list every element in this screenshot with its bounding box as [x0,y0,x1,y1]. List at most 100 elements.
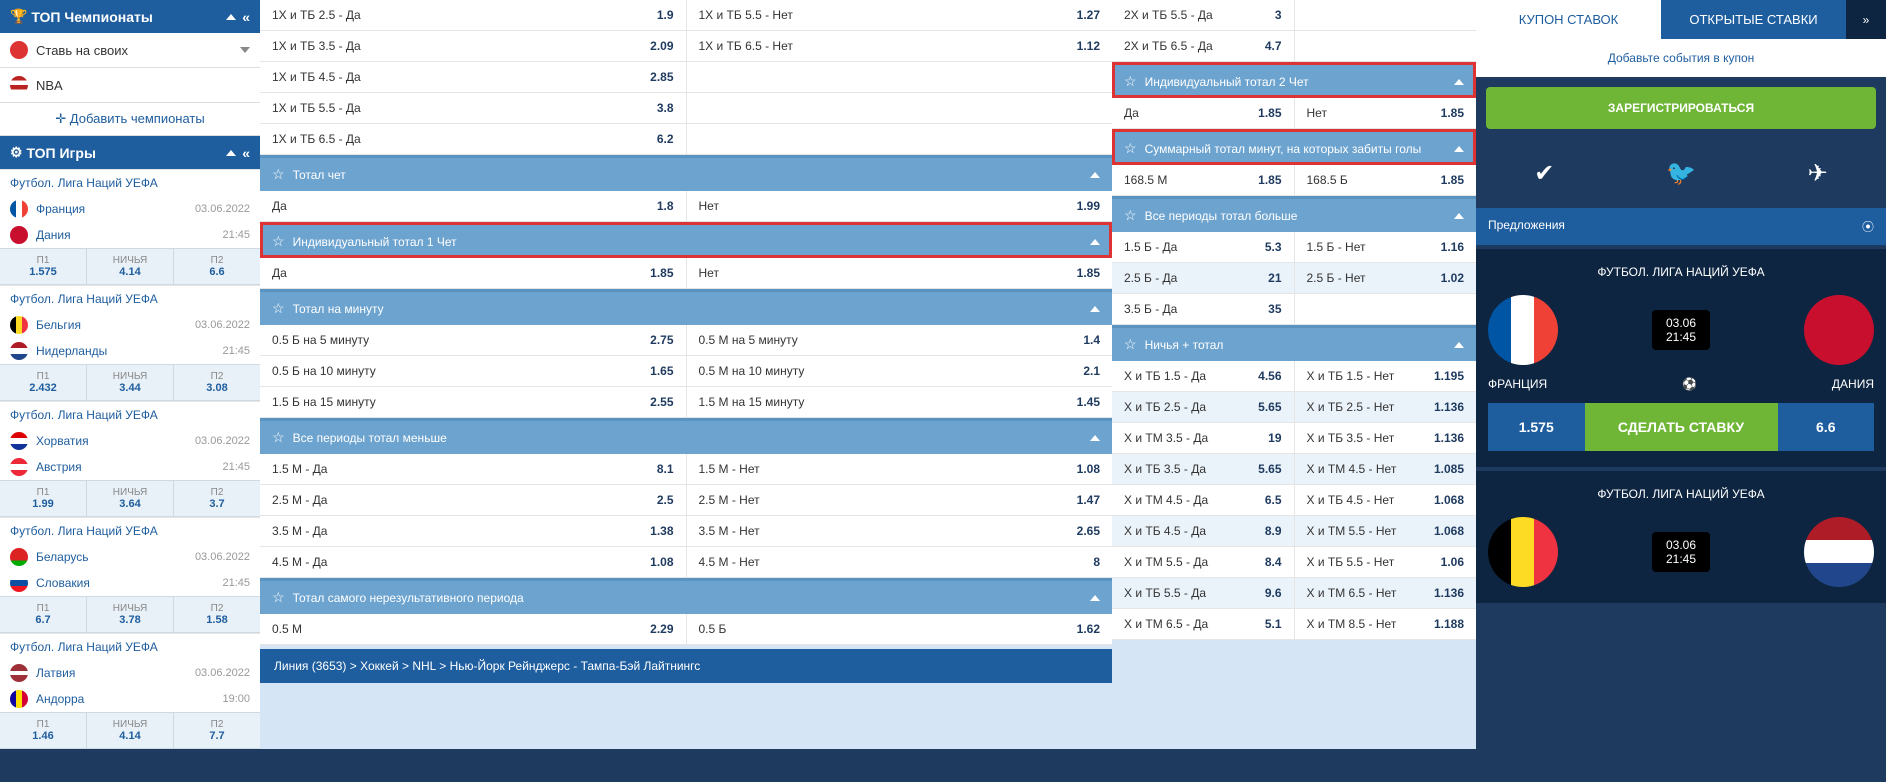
market-cell[interactable]: 0.5 М2.29 [260,614,687,644]
market-header[interactable]: ☆Ничья + тотал [1112,325,1476,361]
chevron-up-icon[interactable] [1090,172,1100,178]
vk-icon[interactable]: ✔ [1476,159,1613,188]
star-icon[interactable]: ☆ [272,233,285,250]
market-cell[interactable]: 1.5 М - Да8.1 [260,454,687,484]
team-row[interactable]: Бельгия03.06.2022 [0,312,260,338]
team-row[interactable]: Нидерланды21:45 [0,338,260,364]
star-icon[interactable]: ☆ [1124,336,1137,353]
odd-x[interactable]: НИЧЬЯ3.78 [87,597,174,632]
market-cell[interactable]: X и ТБ 2.5 - Нет1.136 [1295,392,1477,422]
market-cell[interactable]: 2.5 Б - Да21 [1112,263,1295,293]
market-cell[interactable]: 0.5 Б на 10 минуту1.65 [260,356,687,386]
odd-x[interactable]: НИЧЬЯ3.64 [87,481,174,516]
chevron-up-icon[interactable] [1090,306,1100,312]
market-header[interactable]: ☆Индивидуальный тотал 1 Чет [260,222,1112,258]
place-bet-button[interactable]: СДЕЛАТЬ СТАВКУ [1585,403,1778,451]
sidebar-item-ownbet[interactable]: Ставь на своих [0,33,260,68]
market-cell[interactable]: Нет1.85 [1295,98,1477,128]
market-header[interactable]: ☆Тотал чет [260,155,1112,191]
market-cell[interactable]: X и ТМ 5.5 - Нет1.068 [1295,516,1477,546]
chevron-up-icon[interactable] [1454,146,1464,152]
odd-p1[interactable]: П12.432 [0,365,87,400]
star-icon[interactable]: ☆ [272,589,285,606]
top-games-header[interactable]: ⚙ ТОП Игры « [0,136,260,169]
market-cell[interactable]: 1X и ТБ 6.5 - Нет1.12 [687,31,1113,61]
odd2-button[interactable]: 6.6 [1778,403,1875,451]
market-cell[interactable]: X и ТМ 4.5 - Нет1.085 [1295,454,1477,484]
star-icon[interactable]: ☆ [1124,73,1137,90]
chevron-up-icon[interactable] [226,14,236,20]
market-cell[interactable]: X и ТМ 4.5 - Да6.5 [1112,485,1295,515]
market-cell[interactable]: X и ТМ 5.5 - Да8.4 [1112,547,1295,577]
market-cell[interactable]: X и ТБ 5.5 - Да9.6 [1112,578,1295,608]
team-row[interactable]: Австрия21:45 [0,454,260,480]
market-cell[interactable]: 168.5 М1.85 [1112,165,1295,195]
market-cell[interactable]: Да1.85 [1112,98,1295,128]
market-cell[interactable]: 168.5 Б1.85 [1295,165,1477,195]
tab-bet-coupon[interactable]: КУПОН СТАВОК [1476,0,1661,39]
market-cell[interactable]: 4.5 М - Нет8 [687,547,1113,577]
market-cell[interactable]: 0.5 Б1.62 [687,614,1113,644]
market-cell[interactable]: 1X и ТБ 5.5 - Да3.8 [260,93,687,123]
twitter-icon[interactable]: 🐦 [1613,159,1750,188]
star-icon[interactable]: ☆ [272,300,285,317]
chevron-up-icon[interactable] [1090,595,1100,601]
market-cell[interactable]: 1X и ТБ 4.5 - Да2.85 [260,62,687,92]
market-cell[interactable]: 2.5 М - Нет1.47 [687,485,1113,515]
team-row[interactable]: Латвия03.06.2022 [0,660,260,686]
market-cell[interactable]: 0.5 М на 10 минуту2.1 [687,356,1113,386]
star-icon[interactable]: ☆ [272,429,285,446]
market-header[interactable]: ☆Суммарный тотал минут, на которых забит… [1112,129,1476,165]
telegram-icon[interactable]: ✈ [1749,159,1886,188]
market-cell[interactable]: 2X и ТБ 6.5 - Да4.7 [1112,31,1295,61]
market-cell[interactable]: 2X и ТБ 5.5 - Да3 [1112,0,1295,30]
market-header[interactable]: ☆Все периоды тотал меньше [260,418,1112,454]
market-header[interactable]: ☆Индивидуальный тотал 2 Чет [1112,62,1476,98]
market-cell[interactable]: X и ТБ 3.5 - Нет1.136 [1295,423,1477,453]
market-cell[interactable]: X и ТБ 5.5 - Нет1.06 [1295,547,1477,577]
market-header[interactable]: ☆Все периоды тотал больше [1112,196,1476,232]
market-cell[interactable]: 2.5 Б - Нет1.02 [1295,263,1477,293]
market-cell[interactable]: 1.5 Б - Да5.3 [1112,232,1295,262]
market-cell[interactable]: Нет1.85 [687,258,1113,288]
team-row[interactable]: Андорра19:00 [0,686,260,712]
chevron-up-icon[interactable] [1454,342,1464,348]
expand-icon[interactable]: » [1846,0,1886,39]
market-cell[interactable]: X и ТБ 2.5 - Да5.65 [1112,392,1295,422]
sidebar-item-nba[interactable]: NBA [0,68,260,103]
odd-p2[interactable]: П26.6 [174,249,260,284]
collapse-icon[interactable]: « [242,9,250,25]
team-row[interactable]: Франция03.06.2022 [0,196,260,222]
market-cell[interactable]: 1.5 Б - Нет1.16 [1295,232,1477,262]
market-cell[interactable]: 1X и ТБ 2.5 - Да1.9 [260,0,687,30]
market-cell[interactable]: X и ТБ 4.5 - Да8.9 [1112,516,1295,546]
chevron-down-icon[interactable] [240,47,250,53]
odd1-button[interactable]: 1.575 [1488,403,1585,451]
odd-p1[interactable]: П11.46 [0,713,87,748]
market-cell[interactable]: 2.5 М - Да2.5 [260,485,687,515]
market-cell[interactable]: 1X и ТБ 3.5 - Да2.09 [260,31,687,61]
chevron-up-icon[interactable] [1454,213,1464,219]
odd-p2[interactable]: П23.08 [174,365,260,400]
odd-p1[interactable]: П16.7 [0,597,87,632]
market-cell[interactable]: 1.5 Б на 15 минуту2.55 [260,387,687,417]
expand-all-icon[interactable]: ⦿ [1862,218,1874,235]
top-championships-header[interactable]: 🏆 ТОП Чемпионаты « [0,0,260,33]
odd-x[interactable]: НИЧЬЯ4.14 [87,713,174,748]
market-cell[interactable]: X и ТБ 3.5 - Да5.65 [1112,454,1295,484]
market-cell[interactable]: 3.5 М - Нет2.65 [687,516,1113,546]
odd-p2[interactable]: П27.7 [174,713,260,748]
odd-p1[interactable]: П11.575 [0,249,87,284]
market-header[interactable]: ☆Тотал на минуту [260,289,1112,325]
odd-p1[interactable]: П11.99 [0,481,87,516]
chevron-up-icon[interactable] [226,150,236,156]
market-cell[interactable]: X и ТБ 1.5 - Нет1.195 [1295,361,1477,391]
market-cell[interactable]: 1.5 М - Нет1.08 [687,454,1113,484]
team-row[interactable]: Дания21:45 [0,222,260,248]
chevron-up-icon[interactable] [1090,239,1100,245]
odd-x[interactable]: НИЧЬЯ3.44 [87,365,174,400]
star-icon[interactable]: ☆ [1124,140,1137,157]
odd-x[interactable]: НИЧЬЯ4.14 [87,249,174,284]
market-cell[interactable]: 1X и ТБ 5.5 - Нет1.27 [687,0,1113,30]
market-cell[interactable]: Да1.85 [260,258,687,288]
